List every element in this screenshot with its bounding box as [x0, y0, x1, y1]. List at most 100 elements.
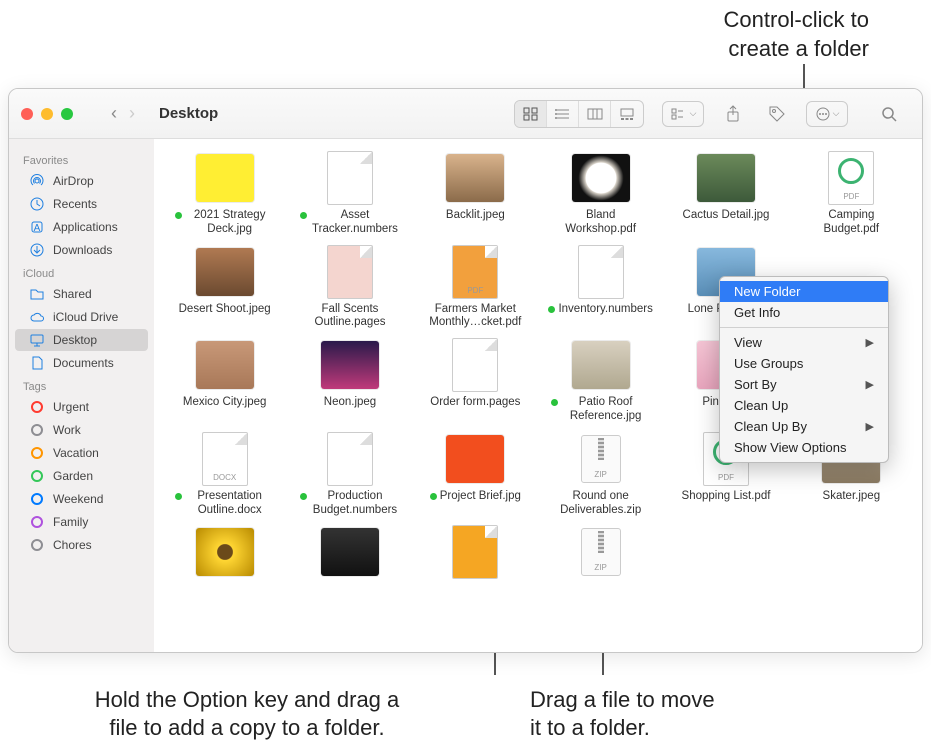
file-name: Round one Deliverables.zip — [551, 490, 651, 518]
file-item[interactable]: PDF Farmers Market Monthly…cket.pdf — [415, 245, 536, 331]
file-item[interactable]: ZIP Round one Deliverables.zip — [540, 432, 661, 518]
file-thumbnail — [319, 151, 381, 205]
search-button[interactable] — [874, 101, 904, 127]
sidebar-item-label: AirDrop — [53, 174, 94, 188]
file-thumbnail: PDF — [444, 245, 506, 299]
file-item[interactable]: ZIP — [540, 525, 661, 583]
gallery-view-button[interactable] — [611, 101, 643, 127]
sidebar-item-applications[interactable]: AApplications — [15, 216, 148, 238]
icon-view-button[interactable] — [515, 101, 547, 127]
sidebar-tag-chores[interactable]: Chores — [15, 534, 148, 556]
menu-item-clean-up-by[interactable]: Clean Up By▶ — [720, 416, 888, 437]
sidebar-item-shared[interactable]: Shared — [15, 283, 148, 305]
svg-text:A: A — [34, 223, 41, 234]
menu-item-label: Show View Options — [734, 440, 847, 455]
sidebar-tag-work[interactable]: Work — [15, 419, 148, 441]
file-thumbnail — [444, 432, 506, 486]
menu-item-show-view-options[interactable]: Show View Options — [720, 437, 888, 458]
submenu-arrow-icon: ▶ — [866, 378, 874, 391]
file-item[interactable]: Order form.pages — [415, 338, 536, 424]
group-button[interactable]: ⌵ — [662, 101, 704, 127]
zoom-button[interactable] — [61, 108, 73, 120]
icloud-status-dot — [175, 212, 182, 219]
file-thumbnail — [695, 151, 757, 205]
sidebar-tag-garden[interactable]: Garden — [15, 465, 148, 487]
sidebar-header-icloud: iCloud — [9, 262, 154, 282]
airdrop-icon — [29, 173, 45, 189]
file-item[interactable]: Backlit.jpeg — [415, 151, 536, 237]
desktop-icon — [29, 332, 45, 348]
file-item[interactable]: Bland Workshop.pdf — [540, 151, 661, 237]
file-item[interactable]: Inventory.numbers — [540, 245, 661, 331]
file-thumbnail — [570, 338, 632, 392]
file-item[interactable] — [415, 525, 536, 583]
callout-bottom-left: Hold the Option key and drag a file to a… — [72, 686, 422, 743]
menu-item-sort-by[interactable]: Sort By▶ — [720, 374, 888, 395]
tag-button[interactable] — [762, 101, 792, 127]
file-item[interactable]: Production Budget.numbers — [289, 432, 410, 518]
share-button[interactable] — [718, 101, 748, 127]
menu-item-label: Clean Up — [734, 398, 788, 413]
more-button[interactable]: ⌵ — [806, 101, 848, 127]
sidebar-item-downloads[interactable]: Downloads — [15, 239, 148, 261]
file-item[interactable]: Cactus Detail.jpg — [665, 151, 786, 237]
file-item[interactable]: Fall Scents Outline.pages — [289, 245, 410, 331]
menu-item-label: View — [734, 335, 762, 350]
file-thumbnail — [444, 151, 506, 205]
file-name: Bland Workshop.pdf — [551, 209, 651, 237]
column-view-button[interactable] — [579, 101, 611, 127]
submenu-arrow-icon: ▶ — [866, 336, 874, 349]
file-item[interactable] — [289, 525, 410, 583]
sidebar-item-recents[interactable]: Recents — [15, 193, 148, 215]
tag-dot-icon — [29, 445, 45, 461]
file-item[interactable] — [164, 525, 285, 583]
file-item[interactable]: PDFCamping Budget.pdf — [791, 151, 912, 237]
menu-item-label: New Folder — [734, 284, 800, 299]
file-thumbnail: ZIP — [570, 432, 632, 486]
minimize-button[interactable] — [41, 108, 53, 120]
sidebar-item-documents[interactable]: Documents — [15, 352, 148, 374]
file-item[interactable]: Patio Roof Reference.jpg — [540, 338, 661, 424]
file-name: Farmers Market Monthly…cket.pdf — [425, 303, 525, 331]
file-name: Asset Tracker.numbers — [300, 209, 400, 237]
sidebar-tag-vacation[interactable]: Vacation — [15, 442, 148, 464]
file-item[interactable]: Neon.jpeg — [289, 338, 410, 424]
file-name: Camping Budget.pdf — [801, 209, 901, 237]
sidebar-item-label: Shared — [53, 287, 92, 301]
file-thumbnail — [319, 525, 381, 579]
icloud-status-dot — [175, 493, 182, 500]
menu-item-clean-up[interactable]: Clean Up — [720, 395, 888, 416]
forward-button[interactable]: › — [125, 103, 139, 124]
menu-item-new-folder[interactable]: New Folder — [720, 281, 888, 302]
file-item[interactable]: DOCXPresentation Outline.docx — [164, 432, 285, 518]
menu-item-view[interactable]: View ▶ — [720, 332, 888, 353]
sidebar-tag-family[interactable]: Family — [15, 511, 148, 533]
close-button[interactable] — [21, 108, 33, 120]
sidebar-item-airdrop[interactable]: AirDrop — [15, 170, 148, 192]
sidebar-item-label: Chores — [53, 538, 92, 552]
sidebar-item-desktop[interactable]: Desktop — [15, 329, 148, 351]
sidebar-header-favorites: Favorites — [9, 149, 154, 169]
file-name: Inventory.numbers — [551, 303, 651, 317]
menu-item-get-info[interactable]: Get Info — [720, 302, 888, 323]
file-item[interactable]: 2021 Strategy Deck.jpg — [164, 151, 285, 237]
cloud-icon — [29, 309, 45, 325]
menu-item-use-groups[interactable]: Use Groups — [720, 353, 888, 374]
file-name: Mexico City.jpeg — [183, 396, 267, 410]
sidebar-tag-urgent[interactable]: Urgent — [15, 396, 148, 418]
file-item[interactable]: Mexico City.jpeg — [164, 338, 285, 424]
back-button[interactable]: ‹ — [107, 103, 121, 124]
sidebar-tag-weekend[interactable]: Weekend — [15, 488, 148, 510]
file-name: Patio Roof Reference.jpg — [551, 396, 651, 424]
sidebar: Favorites AirDrop RecentsAApplicationsDow… — [9, 139, 154, 652]
titlebar: ‹ › Desktop ⌵ ⌵ — [9, 89, 922, 139]
file-item[interactable]: Project Brief.jpg — [415, 432, 536, 518]
file-thumbnail: ZIP — [570, 525, 632, 579]
list-view-button[interactable] — [547, 101, 579, 127]
icloud-status-dot — [430, 493, 437, 500]
sidebar-item-icloud-drive[interactable]: iCloud Drive — [15, 306, 148, 328]
icloud-status-dot — [548, 306, 555, 313]
file-item[interactable]: Asset Tracker.numbers — [289, 151, 410, 237]
file-name: Fall Scents Outline.pages — [300, 303, 400, 331]
file-item[interactable]: Desert Shoot.jpeg — [164, 245, 285, 331]
